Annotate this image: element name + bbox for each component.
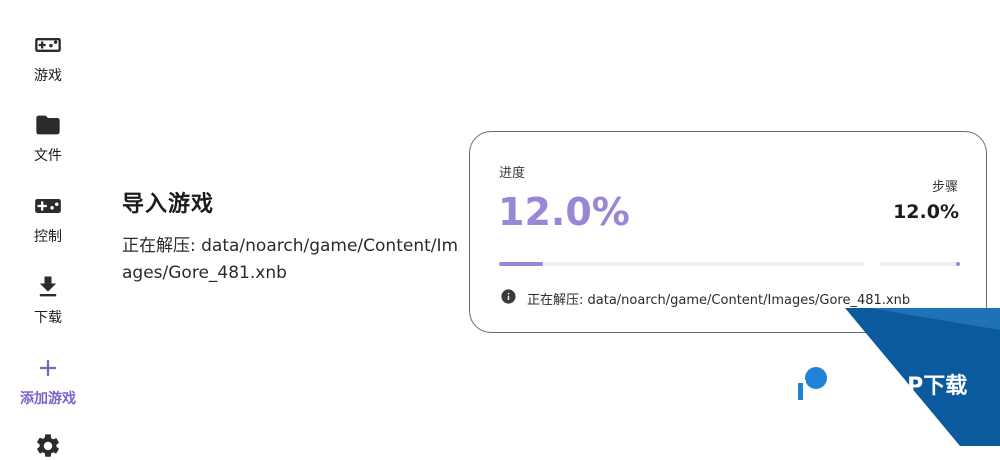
plus-icon — [0, 354, 96, 382]
nav-item-add-game[interactable]: 添加游戏 — [0, 354, 96, 408]
overall-progress-fill — [499, 262, 543, 266]
nav-item-label: 文件 — [34, 148, 62, 164]
page-title: 导入游戏 — [122, 192, 215, 217]
folder-icon — [0, 111, 96, 139]
nav-item-label: 游戏 — [34, 68, 62, 84]
nav-item-label: 下载 — [34, 310, 62, 326]
nav-item-controls[interactable]: 控制 — [0, 192, 96, 246]
step-label: 步骤 — [931, 180, 958, 195]
progress-value: 12.0% — [498, 190, 630, 234]
controller-icon — [0, 192, 96, 220]
step-progress-indicator — [956, 262, 960, 266]
gamepad-icon — [0, 31, 96, 59]
watermark-logo-icon — [795, 360, 834, 403]
nav-item-label: 添加游戏 — [20, 391, 76, 407]
step-value: 12.0% — [893, 201, 959, 223]
info-row: 正在解压: data/noarch/game/Content/Images/Go… — [500, 288, 910, 308]
download-icon — [0, 273, 96, 301]
info-icon — [500, 288, 517, 309]
navigation-rail: 游戏 文件 控制 下载 添加游戏 — [0, 0, 96, 457]
progress-card: 进度 12.0% 步骤 12.0% 正在解压: data/noarch/game… — [469, 131, 987, 333]
nav-item-settings[interactable] — [0, 432, 96, 460]
nav-item-download[interactable]: 下载 — [0, 273, 96, 327]
nav-item-games[interactable]: 游戏 — [0, 31, 96, 85]
step-progress-bar — [880, 262, 960, 266]
watermark-subtitle: PCPOP Download — [841, 391, 906, 399]
info-text: 正在解压: data/noarch/game/Content/Images/Go… — [527, 292, 911, 308]
import-status-text: 正在解压: data/noarch/game/Content/Images/Go… — [122, 236, 459, 283]
gear-icon — [0, 432, 96, 460]
overall-progress-bar — [499, 262, 864, 266]
nav-item-files[interactable]: 文件 — [0, 111, 96, 165]
nav-item-label: 控制 — [34, 229, 62, 245]
progress-label: 进度 — [499, 166, 526, 181]
